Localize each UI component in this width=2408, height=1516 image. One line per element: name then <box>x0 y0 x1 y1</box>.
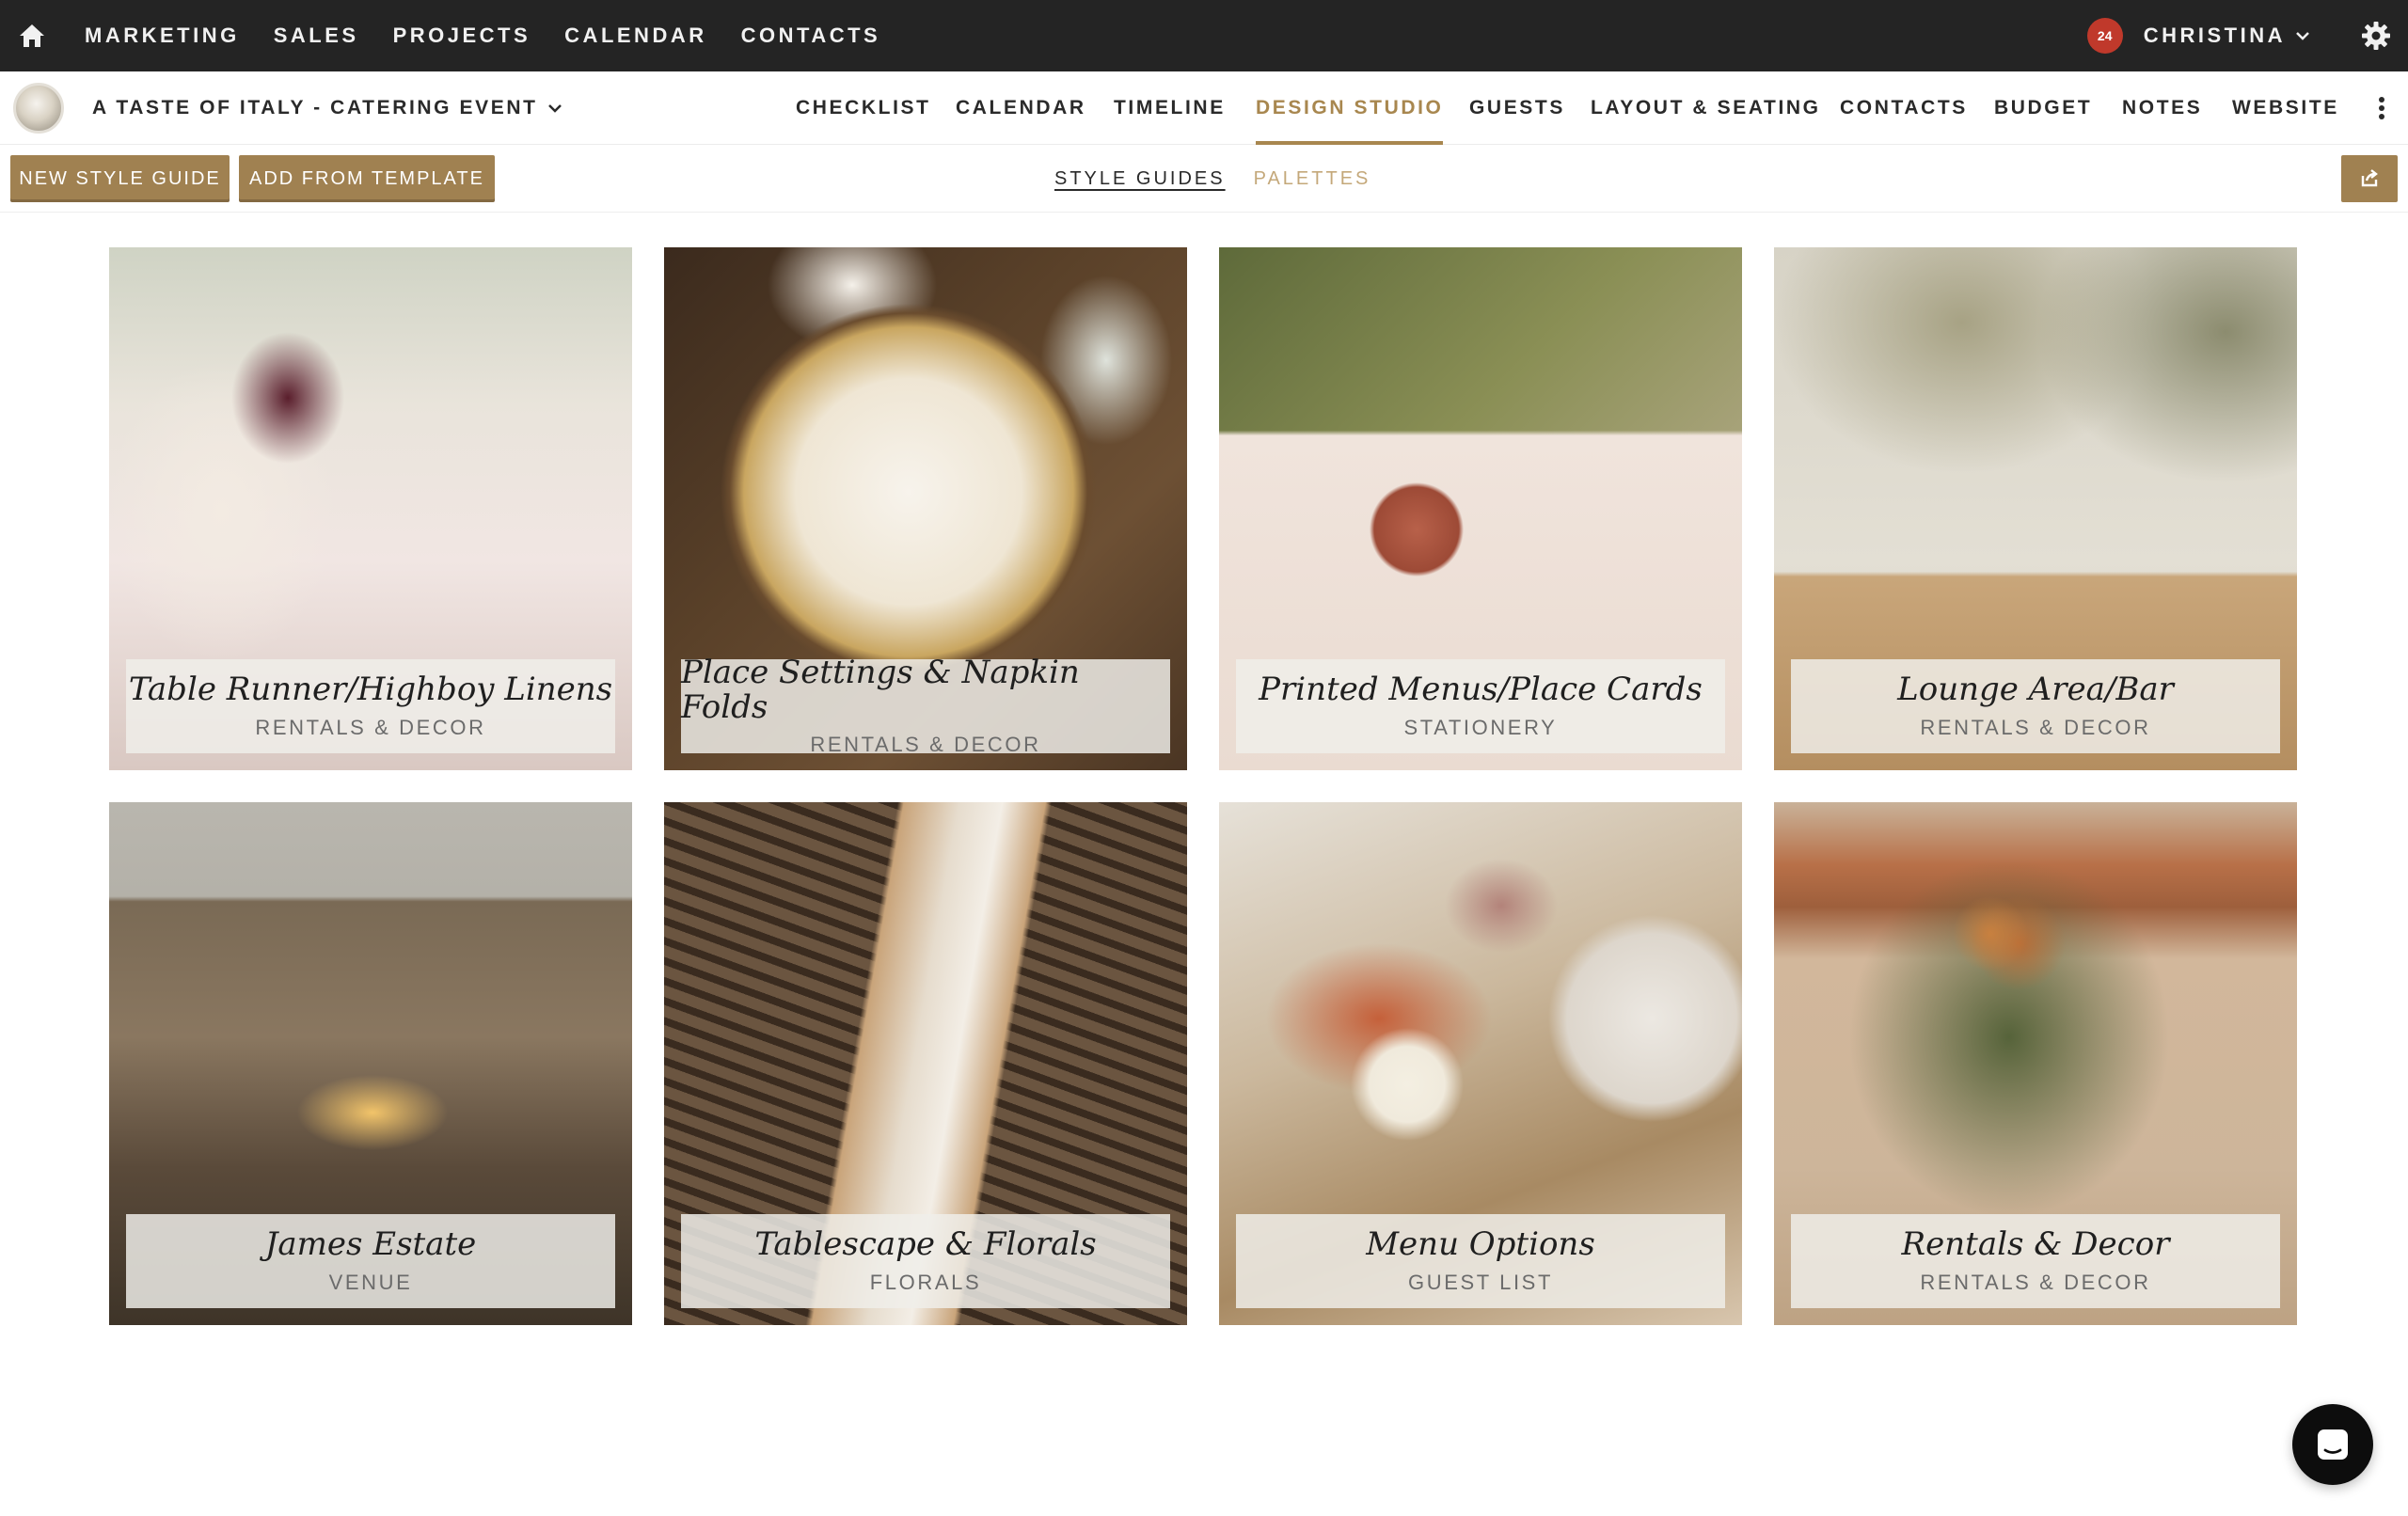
chat-icon <box>2318 1429 2348 1460</box>
card-title: Menu Options <box>1366 1225 1595 1264</box>
card-title: Lounge Area/Bar <box>1897 671 2174 709</box>
nav-projects[interactable]: PROJECTS <box>376 0 548 71</box>
tab-calendar[interactable]: CALENDAR <box>956 71 1086 145</box>
tab-style-guides[interactable]: STYLE GUIDES <box>1054 168 1226 190</box>
style-guide-card[interactable]: Rentals & Decor RENTALS & DECOR <box>1774 802 2297 1325</box>
card-category: VENUE <box>328 1270 413 1294</box>
style-guide-card[interactable]: Menu Options GUEST LIST <box>1219 802 1742 1325</box>
tab-website[interactable]: WEBSITE <box>2232 71 2339 145</box>
chevron-down-icon <box>547 103 562 113</box>
card-category: RENTALS & DECOR <box>810 733 1041 757</box>
nav-sales[interactable]: SALES <box>257 0 376 71</box>
style-guide-card[interactable]: Lounge Area/Bar RENTALS & DECOR <box>1774 247 2297 770</box>
card-category: GUEST LIST <box>1408 1270 1553 1294</box>
card-caption: Rentals & Decor RENTALS & DECOR <box>1791 1214 2280 1308</box>
more-options-icon[interactable] <box>2374 93 2389 123</box>
card-caption: Menu Options GUEST LIST <box>1236 1214 1725 1308</box>
gear-icon <box>2362 22 2390 50</box>
tab-palettes[interactable]: PALETTES <box>1254 168 1371 190</box>
card-caption: Tablescape & Florals FLORALS <box>681 1214 1170 1308</box>
share-button[interactable] <box>2341 155 2398 202</box>
home-button[interactable] <box>0 0 64 71</box>
top-navigation-bar: MARKETING SALES PROJECTS CALENDAR CONTAC… <box>0 0 2408 71</box>
style-guide-card[interactable]: Table Runner/Highboy Linens RENTALS & DE… <box>109 247 632 770</box>
home-icon <box>20 24 44 47</box>
project-avatar[interactable] <box>13 82 64 134</box>
card-caption: Lounge Area/Bar RENTALS & DECOR <box>1791 659 2280 753</box>
main-nav: MARKETING SALES PROJECTS CALENDAR CONTAC… <box>64 0 897 71</box>
nav-calendar[interactable]: CALENDAR <box>547 0 723 71</box>
card-category: RENTALS & DECOR <box>1920 715 2151 739</box>
user-menu[interactable]: CHRISTINA <box>2144 24 2344 48</box>
card-caption: James Estate VENUE <box>126 1214 615 1308</box>
tab-budget[interactable]: BUDGET <box>1994 71 2092 145</box>
project-title: A TASTE OF ITALY - CATERING EVENT <box>92 96 538 118</box>
tab-guests[interactable]: GUESTS <box>1469 71 1565 145</box>
card-category: RENTALS & DECOR <box>1920 1270 2151 1294</box>
card-category: RENTALS & DECOR <box>255 715 486 739</box>
tab-contacts[interactable]: CONTACTS <box>1840 71 1968 145</box>
tab-checklist[interactable]: CHECKLIST <box>796 71 931 145</box>
design-studio-toolbar: NEW STYLE GUIDE ADD FROM TEMPLATE STYLE … <box>0 145 2408 213</box>
tab-timeline[interactable]: TIMELINE <box>1114 71 1226 145</box>
settings-button[interactable] <box>2344 0 2408 71</box>
card-title: Tablescape & Florals <box>754 1225 1097 1264</box>
style-guide-card[interactable]: Printed Menus/Place Cards STATIONERY <box>1219 247 1742 770</box>
card-title: Printed Menus/Place Cards <box>1259 671 1703 709</box>
card-caption: Printed Menus/Place Cards STATIONERY <box>1236 659 1725 753</box>
new-style-guide-button[interactable]: NEW STYLE GUIDE <box>10 155 230 202</box>
notification-badge[interactable]: 24 <box>2086 18 2123 54</box>
style-guide-card[interactable]: James Estate VENUE <box>109 802 632 1325</box>
card-title: Place Settings & Napkin Folds <box>681 653 1080 726</box>
project-bar: CHECKLIST CALENDAR TIMELINE DESIGN STUDI… <box>0 71 2408 145</box>
nav-contacts[interactable]: CONTACTS <box>724 0 898 71</box>
card-category: STATIONERY <box>1403 715 1558 739</box>
card-title: Rentals & Decor <box>1901 1225 2170 1264</box>
user-name-label: CHRISTINA <box>2143 24 2286 47</box>
card-title: Table Runner/Highboy Linens <box>128 671 613 709</box>
card-caption: Place Settings & Napkin Folds RENTALS & … <box>681 655 1170 756</box>
card-caption: Table Runner/Highboy Linens RENTALS & DE… <box>126 659 615 753</box>
card-title: James Estate <box>264 1225 477 1264</box>
chat-launcher-button[interactable] <box>2292 1404 2373 1485</box>
style-guide-card[interactable]: Tablescape & Florals FLORALS <box>664 802 1187 1325</box>
project-selector[interactable]: A TASTE OF ITALY - CATERING EVENT <box>92 97 562 119</box>
tab-layout-seating[interactable]: LAYOUT & SEATING <box>1591 71 1821 145</box>
nav-marketing[interactable]: MARKETING <box>64 0 257 71</box>
style-guide-card[interactable]: Place Settings & Napkin Folds RENTALS & … <box>664 247 1187 770</box>
tab-notes[interactable]: NOTES <box>2122 71 2202 145</box>
tab-design-studio[interactable]: DESIGN STUDIO <box>1256 71 1444 145</box>
add-from-template-button[interactable]: ADD FROM TEMPLATE <box>239 155 495 202</box>
card-category: FLORALS <box>869 1270 982 1294</box>
share-icon <box>2361 169 2378 187</box>
view-tabs: STYLE GUIDES PALETTES <box>1054 145 1399 213</box>
chevron-down-icon <box>2296 32 2309 40</box>
